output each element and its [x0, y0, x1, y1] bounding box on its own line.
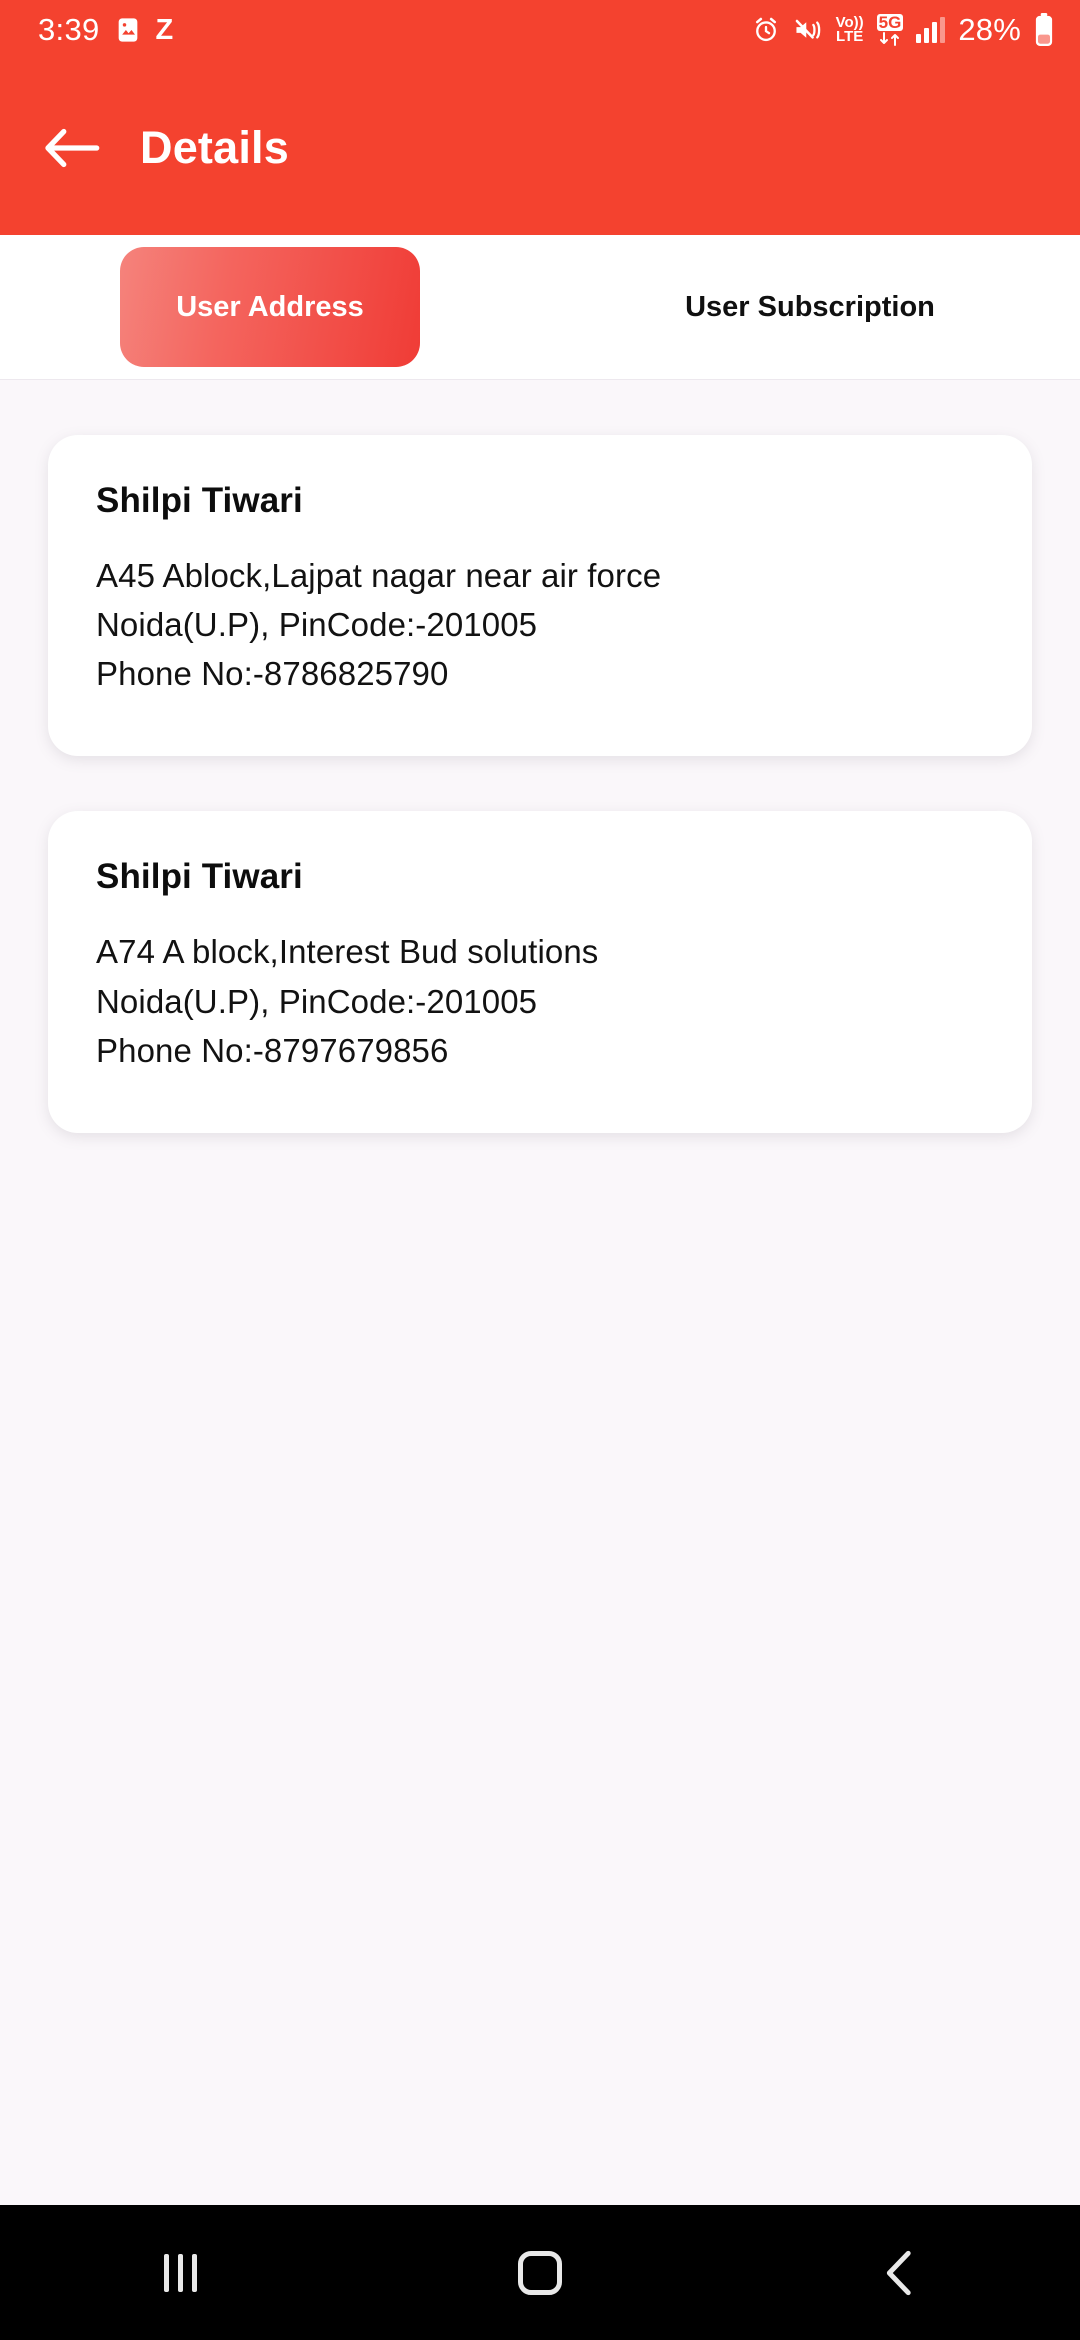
back-arrow-icon[interactable]	[44, 120, 100, 176]
battery-icon	[1034, 13, 1054, 47]
status-bar-left: 3:39 Z	[38, 12, 173, 48]
volte-icon: Vo)) LTE	[836, 15, 864, 45]
mute-vibrate-icon	[793, 16, 823, 44]
tab-user-address-label[interactable]: User Address	[120, 247, 420, 367]
5g-data-icon: 5G	[876, 12, 904, 47]
5g-label: 5G	[876, 12, 904, 32]
status-bar: 3:39 Z Vo)) LTE 5G 28%	[0, 0, 1080, 60]
address-card[interactable]: Shilpi Tiwari A74 A block,Interest Bud s…	[48, 811, 1032, 1133]
tab-bar: User Address User Subscription	[0, 235, 1080, 380]
volte-bottom-label: LTE	[836, 28, 864, 45]
tab-user-subscription-label: User Subscription	[685, 290, 935, 323]
tab-user-address[interactable]: User Address	[0, 235, 540, 379]
home-icon[interactable]	[470, 2205, 610, 2340]
battery-percent-label: 28%	[958, 12, 1021, 47]
alarm-icon	[752, 16, 780, 44]
status-bar-right: Vo)) LTE 5G 28%	[752, 12, 1054, 48]
address-name: Shilpi Tiwari	[96, 857, 303, 897]
address-line-2: Noida(U.P), PinCode:-201005	[96, 606, 538, 644]
address-line-2: Noida(U.P), PinCode:-201005	[96, 982, 538, 1020]
address-list: Shilpi Tiwari A45 Ablock,Lajpat nagar ne…	[0, 380, 1080, 1935]
page-title: Details	[140, 121, 289, 173]
address-line-1: A45 Ablock,Lajpat nagar near air force	[96, 557, 662, 594]
image-icon	[114, 16, 142, 44]
back-chevron-icon[interactable]	[830, 2205, 970, 2340]
tab-user-subscription[interactable]: User Subscription	[540, 235, 1080, 379]
signal-icon	[916, 17, 946, 43]
address-phone: Phone No:-8797679856	[96, 1031, 449, 1069]
address-phone: Phone No:-8786825790	[96, 655, 449, 693]
status-time: 3:39	[38, 12, 100, 47]
recents-icon[interactable]	[110, 2205, 250, 2340]
address-card[interactable]: Shilpi Tiwari A45 Ablock,Lajpat nagar ne…	[48, 435, 1032, 757]
z-icon: Z	[155, 13, 174, 46]
system-nav-bar	[0, 2205, 1080, 2340]
app-bar: Details	[0, 60, 1080, 235]
address-line-1: A74 A block,Interest Bud solutions	[96, 933, 599, 971]
address-name: Shilpi Tiwari	[96, 481, 303, 520]
